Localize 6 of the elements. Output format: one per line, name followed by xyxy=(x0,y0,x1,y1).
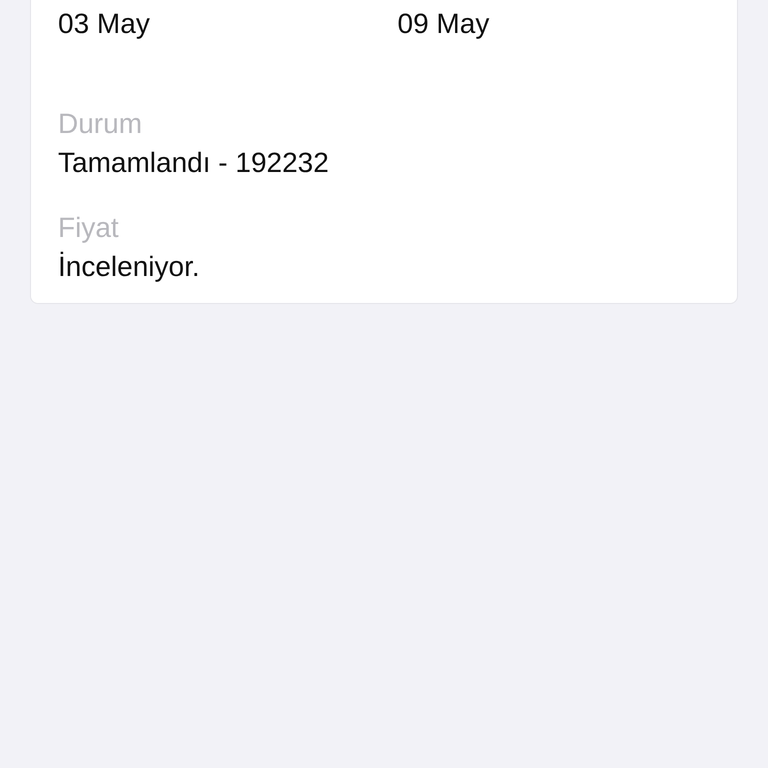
field-value: Tamamlandı - 192232 xyxy=(58,146,330,180)
field-label: Durum xyxy=(58,107,144,141)
field-label: Fiyat xyxy=(58,211,120,245)
date-text: 03 May xyxy=(58,7,151,41)
field-value: İnceleniyor. xyxy=(58,250,201,284)
date-text: 09 May xyxy=(398,7,490,41)
